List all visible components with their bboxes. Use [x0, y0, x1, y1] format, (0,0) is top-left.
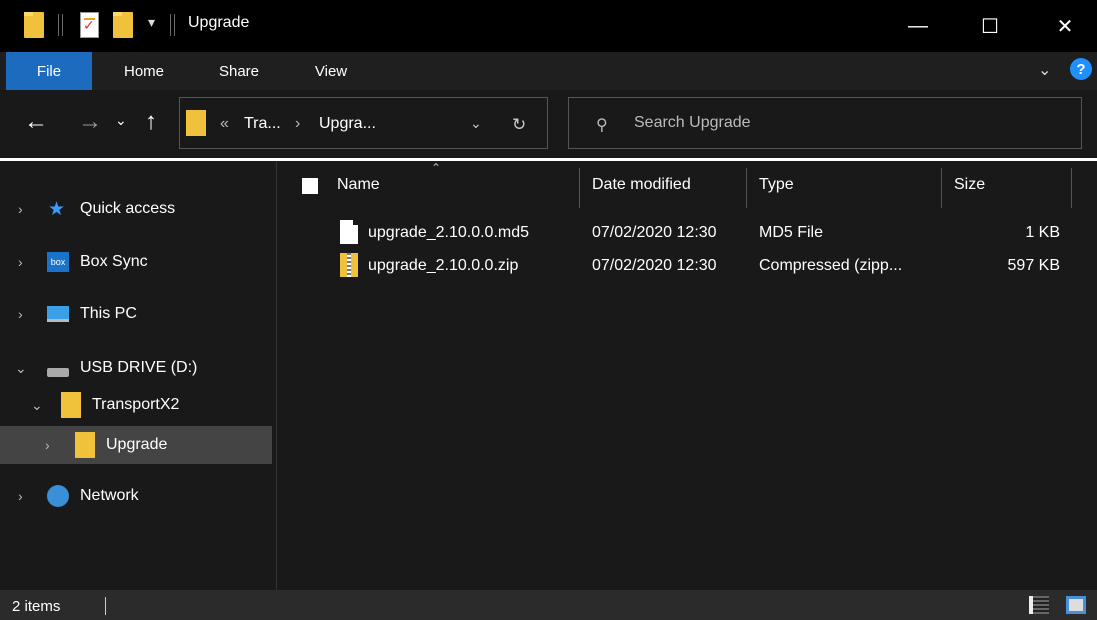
chevron-right-icon[interactable]: ›: [45, 437, 50, 453]
chevron-right-icon[interactable]: ›: [18, 254, 23, 270]
separator: [58, 14, 59, 36]
column-header-name[interactable]: Name: [337, 176, 380, 194]
zip-icon: [340, 253, 358, 277]
refresh-icon[interactable]: ↻: [512, 115, 526, 135]
chevron-right-icon[interactable]: ›: [18, 201, 23, 217]
nav-label: Box Sync: [80, 253, 148, 270]
column-header-date[interactable]: Date modified: [592, 176, 691, 194]
new-folder-icon[interactable]: [113, 12, 133, 38]
separator: [105, 597, 106, 615]
file-name[interactable]: upgrade_2.10.0.0.md5: [368, 224, 529, 242]
large-icons-view-icon[interactable]: [1066, 596, 1086, 614]
chevron-right-icon[interactable]: ›: [18, 306, 23, 322]
customize-toolbar-icon[interactable]: ▾: [148, 14, 155, 31]
search-icon: ⚲: [596, 117, 608, 134]
search-input[interactable]: Search Upgrade: [634, 114, 751, 132]
minimize-button[interactable]: —: [888, 0, 948, 52]
tab-share[interactable]: Share: [206, 52, 272, 90]
tab-home[interactable]: Home: [112, 52, 176, 90]
back-arrow-icon[interactable]: ←: [24, 108, 48, 136]
folder-icon: [186, 110, 206, 136]
nav-label: This PC: [80, 305, 137, 322]
network-icon: [47, 485, 69, 507]
properties-icon[interactable]: [80, 12, 99, 38]
recent-locations-icon[interactable]: ⌄: [115, 112, 127, 129]
breadcrumb-segment[interactable]: Tra...: [244, 115, 281, 133]
nav-item-upgrade[interactable]: › Upgrade: [0, 426, 272, 464]
status-bar: [0, 590, 1097, 620]
nav-label: TransportX2: [92, 396, 180, 413]
nav-item-this-pc[interactable]: › This PC: [0, 295, 272, 333]
column-divider[interactable]: [941, 168, 942, 208]
file-icon: [340, 220, 358, 244]
chevron-down-icon[interactable]: ⌄: [31, 397, 43, 414]
file-name[interactable]: upgrade_2.10.0.0.zip: [368, 257, 518, 275]
tab-view[interactable]: View: [302, 52, 360, 90]
column-header-size[interactable]: Size: [954, 176, 985, 194]
folder-icon: [61, 392, 81, 418]
box-icon: box: [47, 252, 69, 272]
address-dropdown-icon[interactable]: ⌄: [470, 115, 482, 132]
file-date: 07/02/2020 12:30: [592, 224, 717, 241]
nav-item-quick-access[interactable]: › ★ Quick access: [0, 190, 272, 228]
expand-ribbon-icon[interactable]: ⌄: [1038, 60, 1051, 80]
nav-item-box-sync[interactable]: › box Box Sync: [0, 243, 272, 281]
chevron-right-icon[interactable]: ›: [18, 488, 23, 504]
up-arrow-icon[interactable]: ↑: [145, 108, 157, 136]
folder-icon: [75, 432, 95, 458]
maximize-button[interactable]: ☐: [960, 0, 1020, 52]
nav-label: Upgrade: [106, 436, 168, 453]
file-size: 1 KB: [1025, 224, 1060, 241]
star-icon: ★: [48, 198, 66, 220]
file-size: 597 KB: [1007, 257, 1060, 274]
column-divider[interactable]: [579, 168, 580, 208]
file-date: 07/02/2020 12:30: [592, 257, 717, 274]
help-icon[interactable]: ?: [1070, 58, 1092, 80]
separator: [62, 14, 63, 36]
column-divider[interactable]: [746, 168, 747, 208]
nav-item-usb-drive[interactable]: ⌄ USB DRIVE (D:): [0, 349, 272, 387]
tab-file[interactable]: File: [6, 52, 92, 90]
item-count: 2 items: [12, 598, 61, 615]
nav-label: Quick access: [80, 200, 176, 217]
nav-item-network[interactable]: › Network: [0, 477, 272, 515]
separator: [174, 14, 175, 36]
select-all-checkbox[interactable]: [302, 178, 318, 194]
computer-icon: [47, 306, 69, 322]
folder-icon: [24, 12, 44, 38]
nav-label: Network: [80, 487, 139, 504]
details-view-icon[interactable]: [1029, 596, 1049, 614]
breadcrumb-segment[interactable]: Upgra...: [319, 115, 376, 133]
breadcrumb-overflow[interactable]: «: [220, 115, 229, 133]
forward-arrow-icon[interactable]: →: [78, 108, 102, 136]
close-button[interactable]: ✕: [1035, 0, 1095, 52]
sort-ascending-icon: ⌃: [431, 161, 442, 175]
file-type: Compressed (zipp...: [759, 257, 903, 274]
file-type: MD5 File: [759, 224, 824, 241]
breadcrumb-separator[interactable]: ›: [295, 115, 300, 133]
nav-label: USB DRIVE (D:): [80, 359, 198, 376]
separator: [170, 14, 171, 36]
column-divider[interactable]: [1071, 168, 1072, 208]
drive-icon: [47, 368, 69, 377]
window-title: Upgrade: [188, 14, 250, 31]
nav-item-transportx2[interactable]: ⌄ TransportX2: [0, 386, 272, 424]
chevron-down-icon[interactable]: ⌄: [15, 360, 27, 377]
column-header-type[interactable]: Type: [759, 176, 794, 194]
